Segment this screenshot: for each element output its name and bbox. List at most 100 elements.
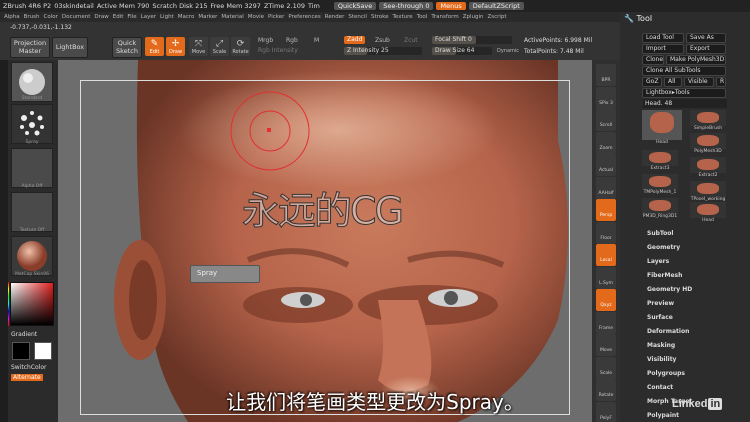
- subtool-thumb-1[interactable]: [690, 110, 726, 126]
- stroke-picker[interactable]: [11, 104, 53, 144]
- rgb-intensity-slider[interactable]: Rgb Intensity: [258, 47, 298, 54]
- menu-macro[interactable]: Macro: [178, 12, 195, 22]
- secondary-color-swatch[interactable]: [34, 342, 52, 360]
- seethrough-slider[interactable]: See-through 0: [379, 2, 434, 10]
- make-polymesh-button[interactable]: Make PolyMesh3D: [666, 55, 726, 65]
- r-button[interactable]: R: [716, 77, 726, 87]
- section-geometry-hd[interactable]: Geometry HD: [647, 286, 692, 293]
- menu-layer[interactable]: Layer: [141, 12, 156, 22]
- move-mode-button[interactable]: ⤧ Move: [189, 37, 208, 56]
- projection-master-button[interactable]: Projection Master: [10, 37, 50, 58]
- tray-spix-3-button[interactable]: SPix 3: [596, 86, 616, 109]
- menu-file[interactable]: File: [127, 12, 136, 22]
- tray-frame-button[interactable]: Frame: [596, 311, 616, 334]
- tray-persp-button[interactable]: Persp: [596, 199, 616, 221]
- menu-movie[interactable]: Movie: [248, 12, 264, 22]
- menu-render[interactable]: Render: [325, 12, 345, 22]
- edit-mode-button[interactable]: ✎ Edit: [145, 37, 164, 56]
- tray-floor-button[interactable]: Floor: [596, 221, 616, 244]
- viewport-canvas[interactable]: [58, 60, 592, 422]
- menu-document[interactable]: Document: [62, 12, 91, 22]
- tray-scale-button[interactable]: Scale: [596, 356, 616, 379]
- menu-alpha[interactable]: Alpha: [4, 12, 20, 22]
- menus-button[interactable]: Menus: [436, 2, 466, 10]
- draw-mode-button[interactable]: ✢ Draw: [166, 37, 185, 56]
- menu-color[interactable]: Color: [44, 12, 58, 22]
- texture-picker[interactable]: [11, 192, 53, 232]
- section-subtool[interactable]: SubTool: [647, 230, 673, 237]
- section-geometry[interactable]: Geometry: [647, 244, 680, 251]
- color-picker[interactable]: [10, 282, 54, 326]
- lightbox-button[interactable]: LightBox: [52, 37, 88, 58]
- focal-shift-slider[interactable]: Focal Shift 0: [432, 36, 512, 44]
- gradient-label[interactable]: Gradient: [11, 331, 37, 338]
- section-surface[interactable]: Surface: [647, 314, 673, 321]
- section-preview[interactable]: Preview: [647, 300, 674, 307]
- section-layers[interactable]: Layers: [647, 258, 669, 265]
- main-color-swatch[interactable]: [12, 342, 30, 360]
- menu-stencil[interactable]: Stencil: [348, 12, 367, 22]
- menu-zscript[interactable]: Zscript: [487, 12, 506, 22]
- subtool-thumb-8[interactable]: [690, 202, 726, 218]
- import-button[interactable]: Import: [642, 44, 684, 54]
- subtool-thumb-2[interactable]: [690, 133, 726, 149]
- menu-material[interactable]: Material: [221, 12, 243, 22]
- section-deformation[interactable]: Deformation: [647, 328, 689, 335]
- menu-tool[interactable]: Tool: [417, 12, 428, 22]
- rgb-toggle[interactable]: Rgb: [286, 37, 298, 44]
- save-as-button[interactable]: Save As: [686, 33, 726, 43]
- tray-actual-button[interactable]: Actual: [596, 154, 616, 176]
- subtool-thumb-0[interactable]: [642, 110, 682, 140]
- clone-button[interactable]: Clone: [642, 55, 664, 65]
- draw-size-slider[interactable]: Draw Size 64: [432, 47, 492, 55]
- z-intensity-slider[interactable]: Z Intensity 25: [344, 47, 422, 55]
- menu-picker[interactable]: Picker: [268, 12, 284, 22]
- m-toggle[interactable]: M: [314, 37, 319, 44]
- tray-scroll-button[interactable]: Scroll: [596, 109, 616, 131]
- tray-zoom-button[interactable]: Zoom: [596, 131, 616, 154]
- all-button[interactable]: All: [664, 77, 682, 87]
- subtool-thumb-7[interactable]: [642, 198, 678, 214]
- zcut-toggle[interactable]: Zcut: [404, 37, 418, 44]
- clone-all-subtools-button[interactable]: Clone All SubTools: [642, 66, 726, 76]
- alternate-button[interactable]: Alternate: [11, 374, 43, 381]
- tray-qxyz-button[interactable]: Qxyz: [596, 289, 616, 311]
- script-button[interactable]: DefaultZScript: [468, 2, 524, 10]
- menu-transform[interactable]: Transform: [431, 12, 458, 22]
- menu-preferences[interactable]: Preferences: [288, 12, 320, 22]
- load-tool-button[interactable]: Load Tool: [642, 33, 684, 43]
- alpha-picker[interactable]: [11, 148, 53, 188]
- section-polygroups[interactable]: Polygroups: [647, 370, 685, 377]
- quicksave-button[interactable]: QuickSave: [333, 2, 377, 10]
- tray-aahalf-button[interactable]: AAHalf: [596, 176, 616, 199]
- lightbox-tools-button[interactable]: Lightbox▸Tools: [642, 88, 726, 98]
- material-picker[interactable]: [11, 236, 53, 276]
- tray-move-button[interactable]: Move: [596, 334, 616, 356]
- menu-light[interactable]: Light: [160, 12, 174, 22]
- switch-color-button[interactable]: SwitchColor: [11, 364, 47, 371]
- zsub-toggle[interactable]: Zsub: [375, 37, 390, 44]
- menu-stroke[interactable]: Stroke: [371, 12, 389, 22]
- subtool-thumb-5[interactable]: [642, 174, 678, 190]
- menu-draw[interactable]: Draw: [94, 12, 108, 22]
- menu-texture[interactable]: Texture: [393, 12, 413, 22]
- zadd-toggle[interactable]: Zadd: [344, 36, 366, 44]
- menu-brush[interactable]: Brush: [24, 12, 40, 22]
- rotate-mode-button[interactable]: ⟳ Rotate: [231, 37, 250, 56]
- tray-l-sym-button[interactable]: L.Sym: [596, 266, 616, 289]
- menu-zplugin[interactable]: Zplugin: [463, 12, 484, 22]
- goz-button[interactable]: GoZ: [642, 77, 662, 87]
- tray-bpr-button[interactable]: BPR: [596, 64, 616, 86]
- mrgb-toggle[interactable]: Mrgb: [258, 37, 273, 44]
- section-fibermesh[interactable]: FiberMesh: [647, 272, 682, 279]
- tool-slider[interactable]: Head. 48: [643, 99, 727, 108]
- subtool-thumb-6[interactable]: [690, 181, 726, 197]
- scale-mode-button[interactable]: ⤢ Scale: [210, 37, 229, 56]
- dynamic-toggle[interactable]: Dynamic: [497, 48, 519, 54]
- tray-local-button[interactable]: Local: [596, 244, 616, 266]
- section-visibility[interactable]: Visibility: [647, 356, 676, 363]
- section-masking[interactable]: Masking: [647, 342, 675, 349]
- subtool-thumb-3[interactable]: [642, 150, 678, 166]
- visible-button[interactable]: Visible: [684, 77, 714, 87]
- subtool-thumb-4[interactable]: [690, 157, 726, 173]
